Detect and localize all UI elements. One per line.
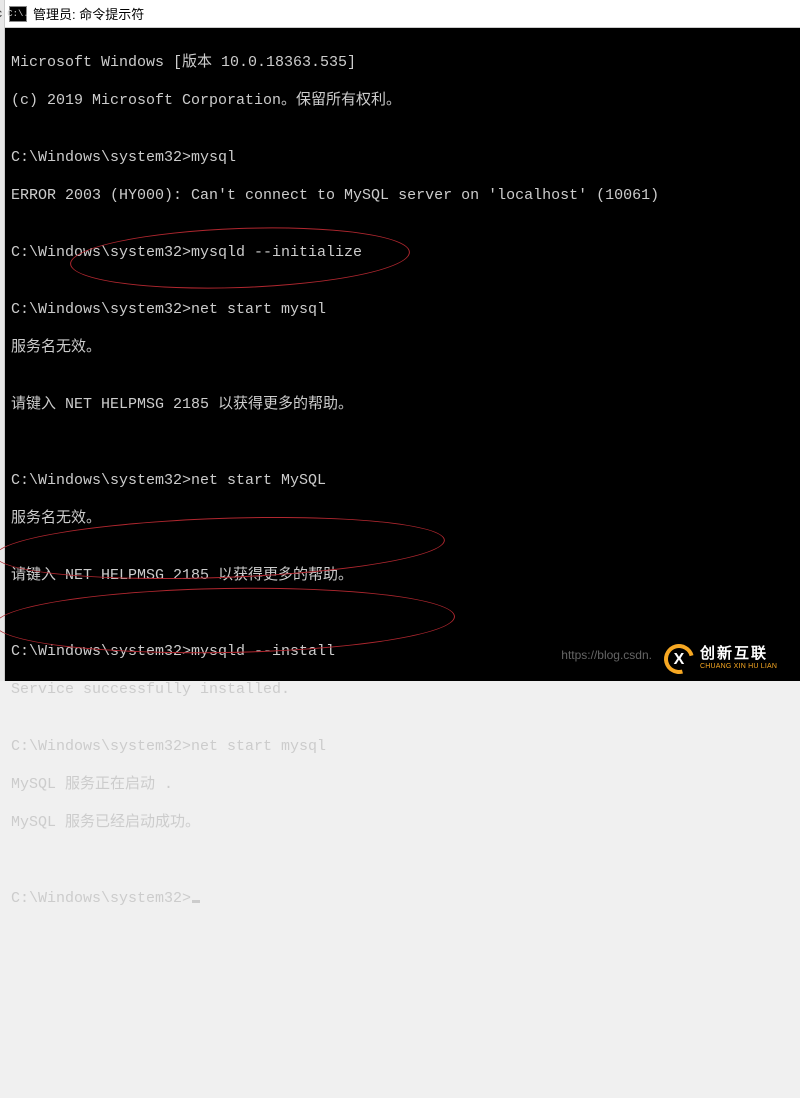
terminal-line: Microsoft Windows [版本 10.0.18363.535] [11,53,794,72]
terminal-line: MySQL 服务正在启动 . [11,775,794,794]
cmd-icon: C:\. [9,6,27,22]
terminal-line: C:\Windows\system32>net start MySQL [11,471,794,490]
terminal-line: 服务名无效。 [11,509,794,528]
logo-mark-icon: X [664,644,694,674]
terminal-line: (c) 2019 Microsoft Corporation。保留所有权利。 [11,91,794,110]
titlebar[interactable]: C:\. 管理员: 命令提示符 [5,0,800,28]
window-title: 管理员: 命令提示符 [33,4,144,23]
cursor [192,900,200,903]
logo-cn-text: 创新互联 [700,647,777,663]
adjacent-sliver-char: c [0,6,2,20]
watermark-text: https://blog.csdn. [561,646,652,665]
terminal-line: 请键入 NET HELPMSG 2185 以获得更多的帮助。 [11,395,794,414]
terminal-line: C:\Windows\system32>net start mysql [11,300,794,319]
terminal-prompt-line[interactable]: C:\Windows\system32> [11,889,794,908]
terminal-line: MySQL 服务已经启动成功。 [11,813,794,832]
terminal-line: 服务名无效。 [11,338,794,357]
terminal-line: C:\Windows\system32>mysql [11,148,794,167]
logo-badge: X 创新互联 CHUANG XIN HU LIAN [658,637,800,681]
prompt: C:\Windows\system32> [11,890,191,907]
terminal-line: ERROR 2003 (HY000): Can't connect to MyS… [11,186,794,205]
cmd-window: C:\. 管理员: 命令提示符 Microsoft Windows [版本 10… [5,0,800,681]
terminal-line: 请键入 NET HELPMSG 2185 以获得更多的帮助。 [11,566,794,585]
terminal-line: C:\Windows\system32>net start mysql [11,737,794,756]
terminal-line: C:\Windows\system32>mysqld --initialize [11,243,794,262]
terminal-output[interactable]: Microsoft Windows [版本 10.0.18363.535] (c… [5,28,800,681]
